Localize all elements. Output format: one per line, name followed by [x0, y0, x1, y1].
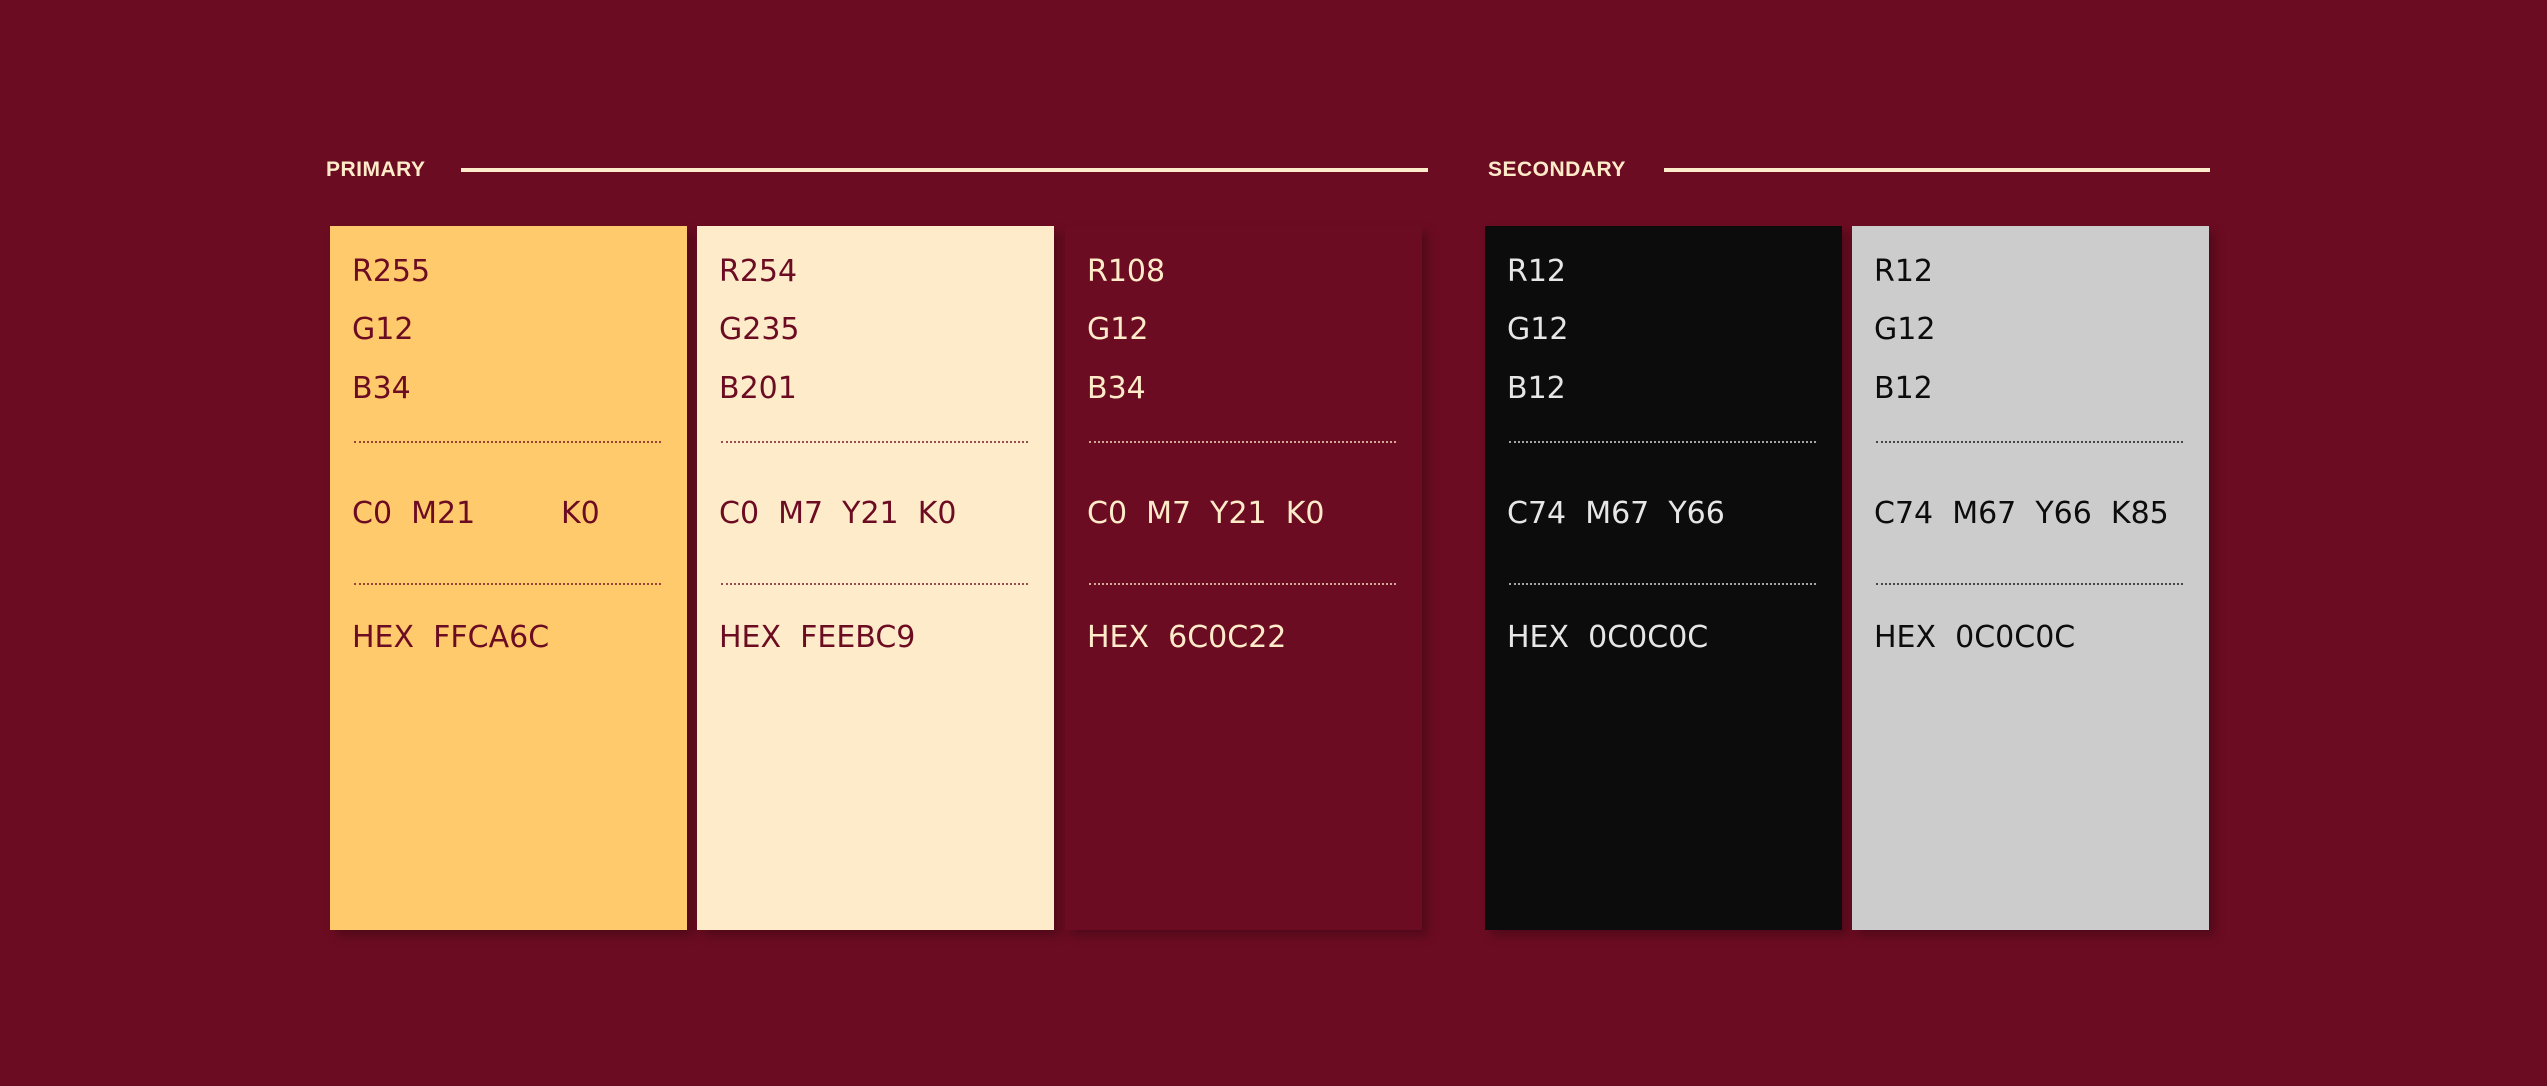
rgb-green-value: G12 — [352, 312, 414, 347]
cmyk-value: C74 M67 Y66 — [1507, 496, 1725, 531]
dotted-divider — [354, 441, 661, 443]
rgb-green-value: G12 — [1507, 312, 1569, 347]
cmyk-value: C0 M7 Y21 K0 — [719, 496, 957, 531]
rgb-red-value: R255 — [352, 254, 431, 289]
swatch-card-secondary-black: R12 G12 B12 C74 M67 Y66 HEX 0C0C0C — [1485, 226, 1842, 930]
rgb-blue-value: B12 — [1874, 371, 1933, 406]
dotted-divider — [354, 583, 661, 585]
primary-section-rule — [461, 168, 1428, 172]
dotted-divider — [1876, 583, 2183, 585]
dotted-divider — [721, 583, 1028, 585]
rgb-green-value: G235 — [719, 312, 800, 347]
rgb-blue-value: B12 — [1507, 371, 1566, 406]
hex-value: HEX 6C0C22 — [1087, 620, 1287, 655]
swatch-card-primary-burgundy: R108 G12 B34 C0 M7 Y21 K0 HEX 6C0C22 — [1065, 226, 1422, 930]
hex-value: HEX FEEBC9 — [719, 620, 916, 655]
rgb-blue-value: B201 — [719, 371, 797, 406]
hex-value: HEX 0C0C0C — [1874, 620, 2076, 655]
rgb-red-value: R12 — [1507, 254, 1567, 289]
cmyk-value: C0 M21 K0 — [352, 496, 600, 531]
rgb-blue-value: B34 — [1087, 371, 1146, 406]
rgb-green-value: G12 — [1874, 312, 1936, 347]
cmyk-value: C0 M7 Y21 K0 — [1087, 496, 1325, 531]
swatch-card-primary-cream: R254 G235 B201 C0 M7 Y21 K0 HEX FEEBC9 — [697, 226, 1054, 930]
rgb-red-value: R254 — [719, 254, 798, 289]
secondary-section-label: SECONDARY — [1488, 158, 1626, 181]
dotted-divider — [1509, 583, 1816, 585]
cmyk-value: C74 M67 Y66 K85 — [1874, 496, 2169, 531]
secondary-section-rule — [1664, 168, 2210, 172]
rgb-blue-value: B34 — [352, 371, 411, 406]
hex-value: HEX FFCA6C — [352, 620, 550, 655]
swatch-card-secondary-grey: R12 G12 B12 C74 M67 Y66 K85 HEX 0C0C0C — [1852, 226, 2209, 930]
dotted-divider — [721, 441, 1028, 443]
rgb-red-value: R12 — [1874, 254, 1934, 289]
primary-section-label: PRIMARY — [326, 158, 426, 181]
dotted-divider — [1876, 441, 2183, 443]
swatch-card-primary-yellow: R255 G12 B34 C0 M21 K0 HEX FFCA6C — [330, 226, 687, 930]
dotted-divider — [1089, 441, 1396, 443]
rgb-green-value: G12 — [1087, 312, 1149, 347]
dotted-divider — [1089, 583, 1396, 585]
rgb-red-value: R108 — [1087, 254, 1166, 289]
dotted-divider — [1509, 441, 1816, 443]
hex-value: HEX 0C0C0C — [1507, 620, 1709, 655]
